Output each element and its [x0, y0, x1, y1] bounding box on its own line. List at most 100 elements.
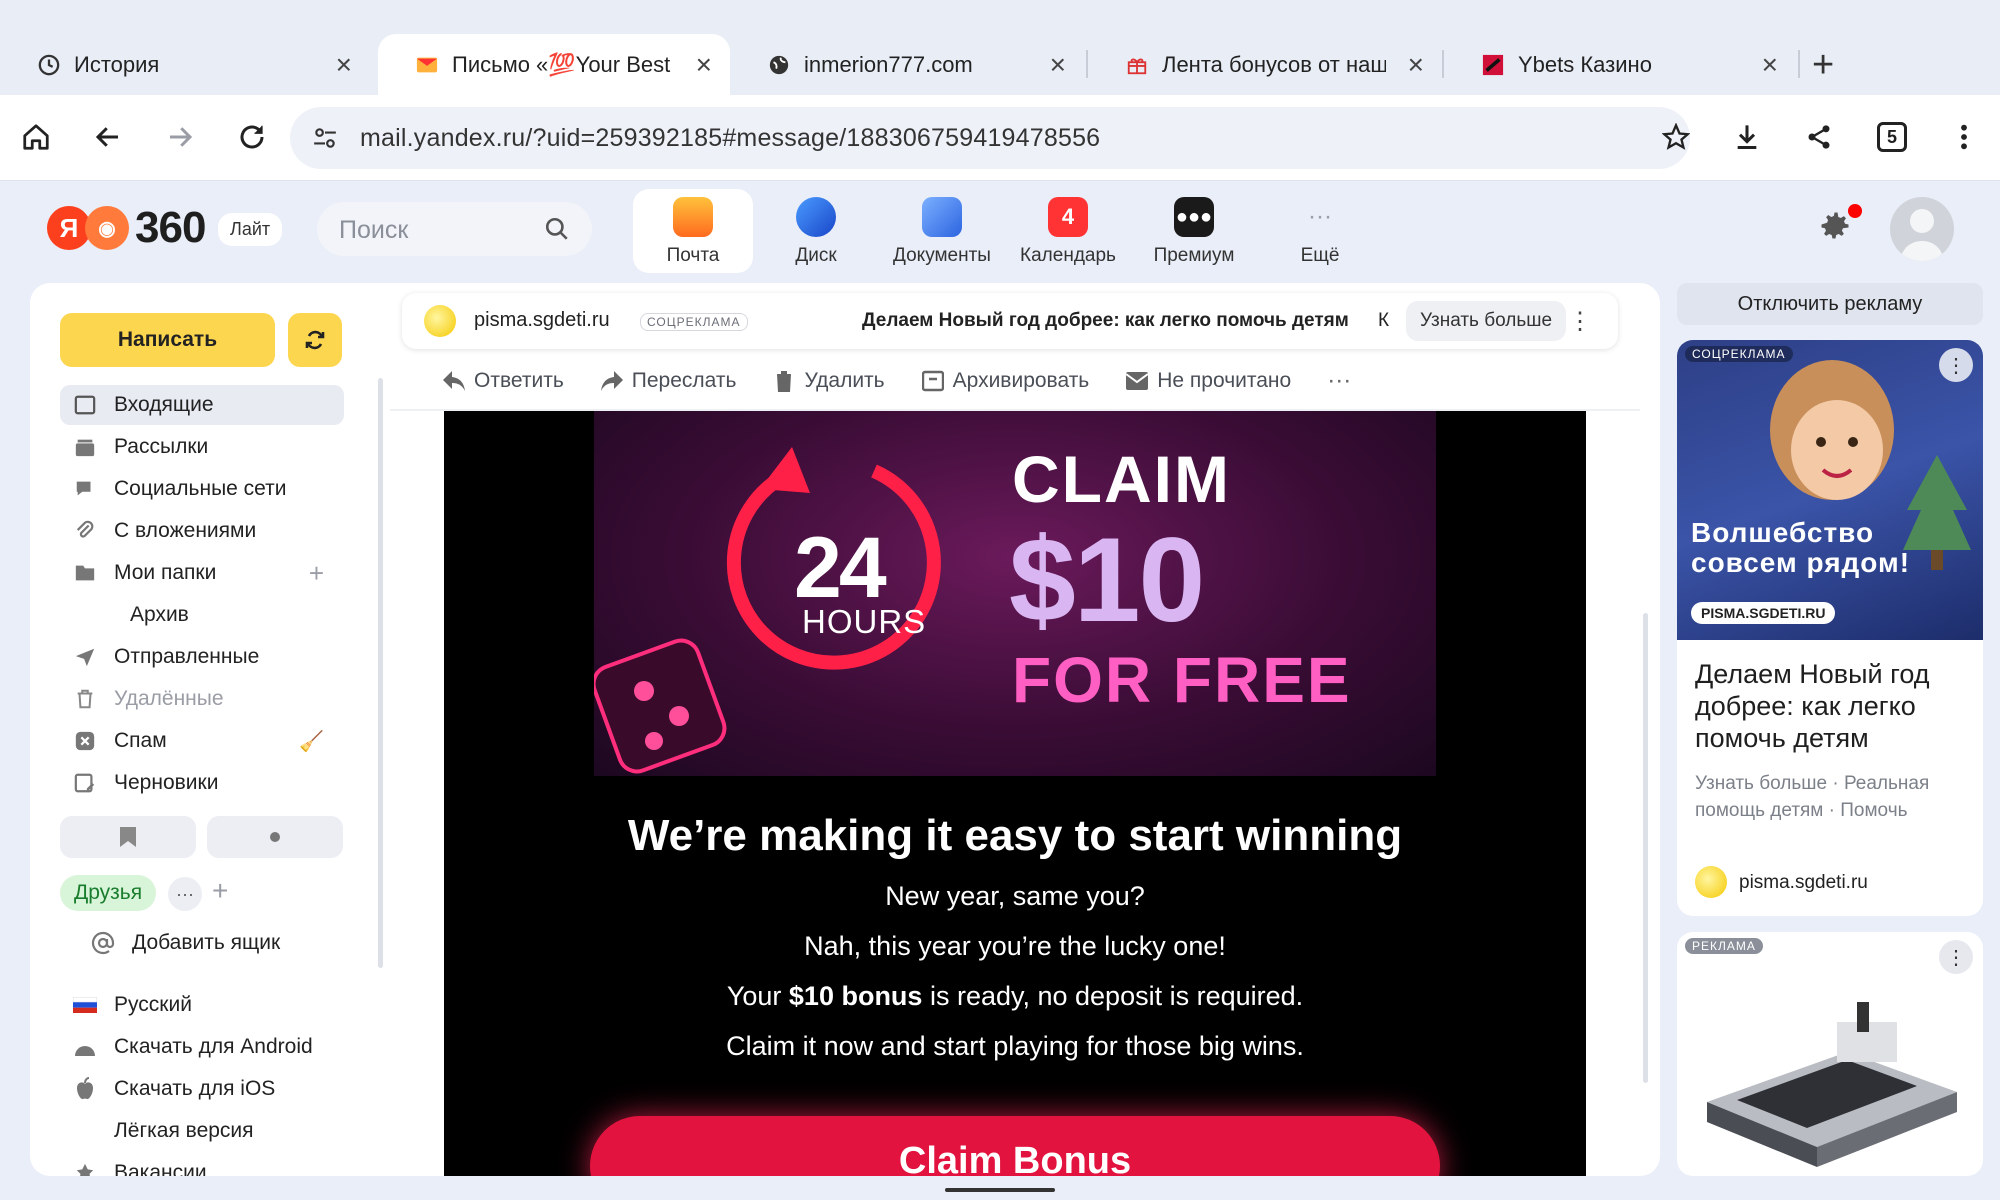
archive-icon — [921, 369, 945, 393]
avatar[interactable] — [1890, 197, 1954, 261]
history-icon — [38, 54, 60, 76]
top-ad-banner[interactable]: pisma.sgdeti.ru СОЦРЕКЛАМА Делаем Новый … — [402, 293, 1618, 349]
tab-separator — [1798, 50, 1800, 78]
message-scrollbar[interactable] — [1643, 613, 1648, 1083]
ad-card-social[interactable]: СОЦРЕКЛАМА ⋮ Волшебство совсем рядом! PI… — [1677, 340, 1983, 916]
service-disk[interactable]: Диск — [756, 189, 876, 273]
refresh-button[interactable] — [288, 313, 342, 367]
claim-bonus-button[interactable]: Claim Bonus — [590, 1116, 1440, 1176]
add-mailbox-label: Добавить ящик — [132, 931, 281, 954]
delete-icon — [772, 369, 796, 393]
sidebar-scrollbar[interactable] — [378, 378, 383, 968]
mail-envelope-icon — [416, 57, 438, 72]
close-tab-icon[interactable]: × — [1762, 49, 1778, 81]
refresh-icon — [305, 330, 325, 350]
hero-claim-text: CLAIM — [1012, 442, 1231, 516]
tab-history[interactable]: История × — [0, 36, 370, 94]
site-settings-icon[interactable] — [312, 125, 338, 151]
language-link[interactable]: Русский — [60, 985, 344, 1025]
gesture-bar — [945, 1188, 1055, 1192]
kebab-menu-icon[interactable] — [1942, 115, 1986, 159]
service-premium[interactable]: ●●● Премиум — [1134, 189, 1254, 273]
service-mail[interactable]: Почта — [633, 189, 753, 273]
email-line-3-pre: Your — [726, 981, 789, 1011]
forward-button[interactable]: Переслать — [600, 369, 736, 393]
folder-attachments[interactable]: С вложениями — [60, 511, 344, 551]
tab-bonus-feed[interactable]: Лента бонусов от наших п × — [1088, 36, 1442, 94]
labels-more-icon[interactable]: ··· — [168, 877, 202, 911]
tab-inmerion[interactable]: inmerion777.com × — [730, 36, 1084, 94]
add-folder-icon[interactable]: + — [309, 558, 324, 589]
add-label-icon[interactable]: + — [212, 875, 228, 907]
back-arrow-icon[interactable] — [86, 115, 130, 159]
drafts-icon — [72, 770, 98, 796]
address-bar[interactable]: mail.yandex.ru/?uid=259392185#message/18… — [290, 107, 1690, 169]
clean-spam-icon[interactable]: 🧹 — [299, 729, 324, 754]
service-more[interactable]: ··· Ещё — [1260, 189, 1380, 273]
folder-my-folders[interactable]: Мои папки + — [60, 553, 344, 593]
more-actions-button[interactable]: ··· — [1327, 367, 1351, 395]
attachment-icon — [72, 518, 98, 544]
bookmark-star-icon[interactable] — [1654, 115, 1698, 159]
download-icon[interactable] — [1725, 115, 1769, 159]
ad-card-menu-icon[interactable]: ⋮ — [1939, 940, 1973, 974]
action-label: Ответить — [474, 369, 564, 392]
bookmarks-filter-button[interactable] — [60, 816, 196, 858]
search-icon[interactable] — [544, 216, 570, 242]
message-actions: Ответить Переслать Удалить Архивировать … — [442, 361, 1387, 401]
tab-mail[interactable]: Письмо «💯Your Best Year × — [378, 34, 730, 95]
hero-amount: $10 — [1009, 513, 1205, 647]
forward-arrow-icon[interactable] — [158, 115, 202, 159]
ad-more-icon[interactable]: ⋮ — [1568, 307, 1592, 336]
folder-sent[interactable]: Отправленные — [60, 637, 344, 677]
service-calendar[interactable]: 4 Календарь — [1008, 189, 1128, 273]
folder-inbox[interactable]: Входящие — [60, 385, 344, 425]
light-version-link[interactable]: Лёгкая версия — [60, 1111, 344, 1151]
tab-ybets[interactable]: Ybets Казино × — [1444, 36, 1796, 94]
folder-social[interactable]: Социальные сети — [60, 469, 344, 509]
jobs-link[interactable]: Вакансии — [60, 1153, 344, 1176]
close-tab-icon[interactable]: × — [336, 49, 352, 81]
close-tab-icon[interactable]: × — [1408, 49, 1424, 81]
reload-icon[interactable] — [230, 115, 274, 159]
add-mailbox-link[interactable]: Добавить ящик — [60, 923, 344, 963]
service-label: Ещё — [1300, 245, 1340, 266]
new-tab-button[interactable]: + — [1812, 44, 1834, 87]
folder-archive[interactable]: Архив — [60, 595, 344, 635]
close-tab-icon[interactable]: × — [696, 49, 712, 81]
archive-button[interactable]: Архивировать — [921, 369, 1089, 393]
compose-button[interactable]: Написать — [60, 313, 275, 367]
logo-rings: ◉ — [85, 206, 129, 250]
yandex-360-logo[interactable]: Я ◉ 360 — [47, 203, 206, 253]
reply-button[interactable]: Ответить — [442, 369, 564, 393]
search-input[interactable]: Поиск — [317, 202, 592, 256]
calendar-badge: 4 — [1048, 197, 1088, 237]
email-hero-banner[interactable]: 24 HOURS CLAIM $10 FOR FREE — [594, 411, 1436, 776]
android-download-link[interactable]: Скачать для Android — [60, 1027, 344, 1067]
delete-button[interactable]: Удалить — [772, 369, 885, 393]
folder-label: Удалённые — [114, 687, 224, 710]
folder-newsletters[interactable]: Рассылки — [60, 427, 344, 467]
friends-label-chip[interactable]: Друзья — [60, 875, 157, 911]
home-icon[interactable] — [14, 115, 58, 159]
ad-card-menu-icon[interactable]: ⋮ — [1939, 348, 1973, 382]
ad-learn-more-button[interactable]: Узнать больше — [1406, 301, 1567, 341]
folder-label: Социальные сети — [114, 477, 287, 500]
unread-filter-button[interactable] — [207, 816, 343, 858]
service-documents[interactable]: Документы — [882, 189, 1002, 273]
sent-icon — [72, 644, 98, 670]
mark-unread-button[interactable]: Не прочитано — [1125, 369, 1291, 393]
folder-trash[interactable]: Удалённые — [60, 679, 344, 719]
close-tab-icon[interactable]: × — [1050, 49, 1066, 81]
tab-count-button[interactable]: 5 — [1877, 122, 1907, 152]
ios-download-link[interactable]: Скачать для iOS — [60, 1069, 344, 1109]
android-icon — [72, 1034, 98, 1060]
more-dots-icon: ··· — [1308, 203, 1332, 230]
disable-ads-button[interactable]: Отключить рекламу — [1677, 283, 1983, 325]
folder-spam[interactable]: Спам 🧹 — [60, 721, 344, 761]
share-icon[interactable] — [1797, 115, 1841, 159]
ad-card-commercial[interactable]: РЕКЛАМА ⋮ — [1677, 932, 1983, 1176]
hero-free-text: FOR FREE — [1012, 644, 1352, 716]
folder-drafts[interactable]: Черновики — [60, 763, 344, 803]
social-icon — [72, 476, 98, 502]
